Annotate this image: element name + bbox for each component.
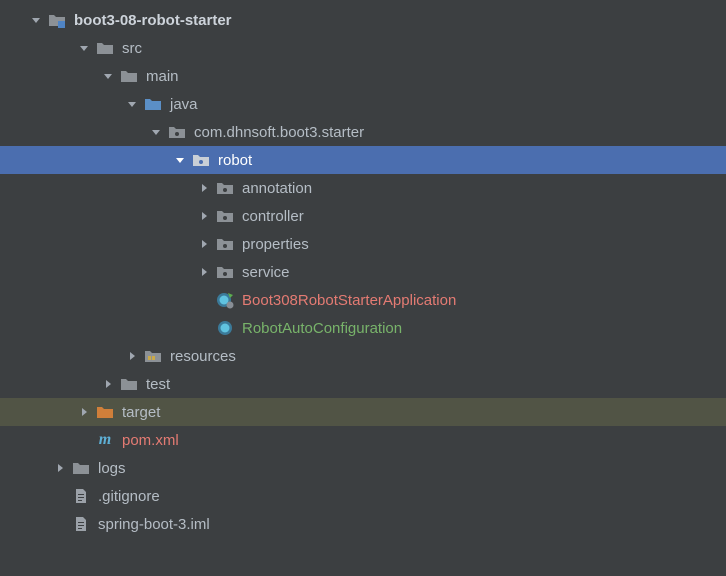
file-icon — [72, 487, 90, 505]
maven-icon: m — [96, 431, 114, 449]
tree-item-gitignore[interactable]: .gitignore — [0, 482, 726, 510]
excluded-folder-icon — [96, 403, 114, 421]
tree-item-iml[interactable]: spring-boot-3.iml — [0, 510, 726, 538]
file-icon — [72, 515, 90, 533]
tree-item-label: logs — [98, 460, 126, 477]
tree-item-src[interactable]: src — [0, 34, 726, 62]
tree-item-label: java — [170, 96, 198, 113]
tree-item-application-class[interactable]: Boot308RobotStarterApplication — [0, 286, 726, 314]
tree-item-label: pom.xml — [122, 432, 179, 449]
chevron-down-icon[interactable] — [102, 71, 114, 81]
tree-item-label: controller — [242, 208, 304, 225]
folder-icon — [72, 459, 90, 477]
tree-item-label: src — [122, 40, 142, 57]
tree-item-main[interactable]: main — [0, 62, 726, 90]
tree-item-label: annotation — [242, 180, 312, 197]
chevron-right-icon[interactable] — [198, 239, 210, 249]
tree-item-label: service — [242, 264, 290, 281]
chevron-right-icon[interactable] — [198, 183, 210, 193]
chevron-right-icon[interactable] — [198, 267, 210, 277]
chevron-right-icon[interactable] — [126, 351, 138, 361]
folder-icon — [120, 375, 138, 393]
tree-item-label: target — [122, 404, 160, 421]
chevron-right-icon[interactable] — [78, 407, 90, 417]
tree-item-config-class[interactable]: RobotAutoConfiguration — [0, 314, 726, 342]
project-tree: boot3-08-robot-starter src main java — [0, 0, 726, 538]
tree-item-logs[interactable]: logs — [0, 454, 726, 482]
chevron-right-icon[interactable] — [102, 379, 114, 389]
chevron-down-icon[interactable] — [150, 127, 162, 137]
tree-item-label: boot3-08-robot-starter — [74, 12, 232, 29]
tree-item-properties[interactable]: properties — [0, 230, 726, 258]
tree-item-resources[interactable]: resources — [0, 342, 726, 370]
module-folder-icon — [48, 11, 66, 29]
tree-item-label: spring-boot-3.iml — [98, 516, 210, 533]
package-icon — [192, 151, 210, 169]
tree-item-label: com.dhnsoft.boot3.starter — [194, 124, 364, 141]
folder-icon — [120, 67, 138, 85]
package-icon — [216, 207, 234, 225]
folder-icon — [96, 39, 114, 57]
chevron-down-icon[interactable] — [174, 155, 186, 165]
chevron-right-icon[interactable] — [54, 463, 66, 473]
tree-item-robot[interactable]: robot — [0, 146, 726, 174]
tree-item-label: .gitignore — [98, 488, 160, 505]
tree-item-java[interactable]: java — [0, 90, 726, 118]
tree-item-label: Boot308RobotStarterApplication — [242, 292, 456, 309]
tree-item-label: robot — [218, 152, 252, 169]
resources-folder-icon — [144, 347, 162, 365]
tree-item-pom[interactable]: m pom.xml — [0, 426, 726, 454]
tree-item-package[interactable]: com.dhnsoft.boot3.starter — [0, 118, 726, 146]
source-folder-icon — [144, 95, 162, 113]
package-icon — [216, 179, 234, 197]
tree-item-root[interactable]: boot3-08-robot-starter — [0, 6, 726, 34]
package-icon — [168, 123, 186, 141]
chevron-down-icon[interactable] — [126, 99, 138, 109]
chevron-right-icon[interactable] — [198, 211, 210, 221]
spring-run-class-icon — [216, 291, 234, 309]
tree-item-target[interactable]: target — [0, 398, 726, 426]
tree-item-controller[interactable]: controller — [0, 202, 726, 230]
tree-item-service[interactable]: service — [0, 258, 726, 286]
class-icon — [216, 319, 234, 337]
package-icon — [216, 263, 234, 281]
tree-item-label: resources — [170, 348, 236, 365]
tree-item-label: main — [146, 68, 179, 85]
tree-item-label: properties — [242, 236, 309, 253]
package-icon — [216, 235, 234, 253]
chevron-down-icon[interactable] — [30, 15, 42, 25]
tree-item-label: test — [146, 376, 170, 393]
tree-item-test[interactable]: test — [0, 370, 726, 398]
chevron-down-icon[interactable] — [78, 43, 90, 53]
tree-item-label: RobotAutoConfiguration — [242, 320, 402, 337]
tree-item-annotation[interactable]: annotation — [0, 174, 726, 202]
